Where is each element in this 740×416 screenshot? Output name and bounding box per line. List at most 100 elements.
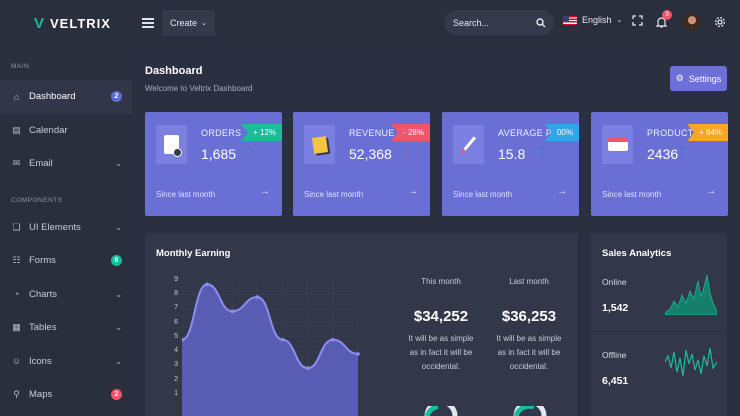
card-value: 15.8 (498, 146, 526, 162)
form-icon: ☷ (12, 255, 21, 266)
monthly-earning-chart (182, 280, 360, 416)
offline-sparkline (665, 347, 717, 377)
language-selector[interactable]: English ⌄ (563, 15, 622, 25)
sidebar-item-label: UI Elements (29, 221, 81, 233)
arrow-right-icon[interactable]: → (408, 186, 418, 197)
sidebar: V VELTRIX MAIN ⌂ Dashboard 2 ▤ Calendar ✉ Emai… (0, 0, 132, 416)
notification-badge: 3 (662, 10, 672, 20)
divider (591, 331, 727, 332)
y-tick-label: 9 (174, 276, 178, 283)
last-month-label: Last month (509, 277, 549, 286)
chevron-down-icon: ⌄ (115, 356, 122, 366)
sidebar-item-label: Tables (29, 322, 57, 334)
arrow-right-icon[interactable]: → (260, 186, 270, 197)
avatar[interactable] (683, 13, 701, 31)
card-percent-tag: + 12% (241, 124, 282, 141)
settings-label: Settings (688, 73, 722, 84)
sidebar-item-calendar[interactable]: ▤ Calendar (0, 114, 132, 148)
chevron-down-icon: ⌄ (201, 20, 207, 27)
sales-analytics-panel (591, 233, 727, 416)
this-month-value: $34,252 (413, 308, 469, 325)
this-month-note: It will be as simple as in fact it will … (408, 334, 474, 371)
sidebar-item-label: Calendar (29, 124, 68, 136)
card-footer: Since last month (156, 190, 216, 199)
brand[interactable]: V VELTRIX (0, 0, 132, 46)
earning-point (305, 366, 310, 370)
card-footer: Since last month (304, 190, 364, 199)
document-icon (164, 135, 182, 157)
earning-point (205, 282, 209, 287)
sidebar-item-label: Forms (29, 255, 56, 267)
fullscreen-icon[interactable] (632, 15, 643, 26)
arrow-down-icon: ↓ (402, 148, 407, 159)
online-value: 1,542 (602, 302, 629, 314)
language-label: English (582, 15, 612, 25)
sidebar-item-label: Icons (29, 355, 52, 367)
offline-value: 6,451 (602, 375, 629, 387)
y-tick-label: 5 (174, 332, 178, 340)
stat-card-orders: ORDERS + 12% 1,685 ↑ Since last month → (145, 112, 282, 216)
grid-icon: ▦ (12, 322, 21, 333)
last-month-donut (513, 406, 547, 416)
calendar-icon: ▤ (12, 124, 21, 135)
pie-chart-icon: ◔ (13, 289, 20, 300)
page-title: Dashboard (145, 65, 203, 77)
card-value: 52,368 (349, 146, 392, 162)
stat-card-revenue: REVENUE - 28% 52,368 ↓ Since last month → (293, 112, 430, 216)
arrow-right-icon[interactable]: → (557, 186, 567, 197)
settings-button[interactable]: ⚙ Settings (670, 66, 727, 91)
sidebar-item-icons[interactable]: ☺ Icons ⌄ (0, 345, 132, 379)
home-icon: ⌂ (13, 91, 20, 102)
sidebar-item-label: Email (29, 158, 53, 170)
sidebar-item-dashboard[interactable]: ⌂ Dashboard 2 (0, 80, 132, 114)
sidebar-item-forms[interactable]: ☷ Forms 6 (0, 244, 132, 278)
this-month-donut (424, 406, 458, 416)
chevron-down-icon: ⌄ (115, 159, 122, 169)
card-icon-box (602, 125, 633, 164)
menu-title-components: COMPONENTS (11, 196, 63, 204)
y-tick-label: 4 (174, 347, 178, 355)
card-icon-box (453, 125, 484, 164)
card-value: 2436 (647, 146, 679, 162)
notes-icon (311, 135, 328, 154)
card-title: REVENUE (349, 128, 395, 138)
card-title: ORDERS (201, 128, 242, 138)
arrow-up-icon: ↑ (535, 148, 540, 159)
search-input[interactable]: Search... (444, 10, 554, 35)
cube-icon: ❏ (12, 221, 21, 232)
smile-icon: ☺ (11, 356, 22, 367)
mail-icon: ✉ (12, 158, 21, 169)
sidebar-badge: 6 (111, 255, 122, 267)
search-placeholder: Search... (453, 17, 490, 28)
menu-toggle-icon[interactable] (142, 18, 154, 28)
veltrix-logo-icon: V (34, 14, 45, 32)
sidebar-item-tables[interactable]: ▦ Tables ⌄ (0, 311, 132, 345)
card-footer: Since last month (453, 190, 513, 199)
offline-label: Offline (602, 350, 627, 360)
arrow-right-icon[interactable]: → (706, 186, 716, 197)
brand-name: VELTRIX (50, 15, 111, 31)
sidebar-item-email[interactable]: ✉ Email ⌄ (0, 147, 132, 181)
sidebar-badge: 2 (111, 91, 122, 103)
sidebar-item-ui-elements[interactable]: ❏ UI Elements ⌄ (0, 211, 132, 245)
sidebar-item-charts[interactable]: ◔ Charts ⌄ (0, 278, 132, 312)
stat-card-product-sold: PRODUCT SOLD + 84% 2436 ↑ Since last month → (591, 112, 728, 216)
card-percent-tag: - 28% (391, 124, 430, 141)
y-tick-label: 2 (174, 375, 178, 383)
search-icon[interactable] (536, 17, 546, 28)
last-month-value: $36,253 (501, 308, 557, 325)
create-dropdown[interactable]: Create ⌄ (162, 10, 215, 36)
sidebar-item-maps[interactable]: ⚲ Maps 2 (0, 378, 132, 412)
earning-point (356, 352, 360, 356)
create-label: Create (170, 18, 198, 28)
stat-card-average-price: AVERAGE PRICE 00% 15.8 ↑ Since last month → (442, 112, 579, 216)
y-tick-label: 3 (174, 361, 178, 369)
arrow-up-icon: ↑ (246, 148, 251, 159)
pencil-icon (460, 135, 477, 154)
arrow-up-icon: ↑ (684, 148, 689, 159)
online-sparkline (665, 274, 717, 315)
sidebar-item-label: Dashboard (29, 91, 76, 103)
gear-icon: ⚙ (675, 73, 684, 83)
monthly-earning-title: Monthly Earning (156, 248, 231, 259)
gear-icon[interactable] (714, 16, 726, 28)
